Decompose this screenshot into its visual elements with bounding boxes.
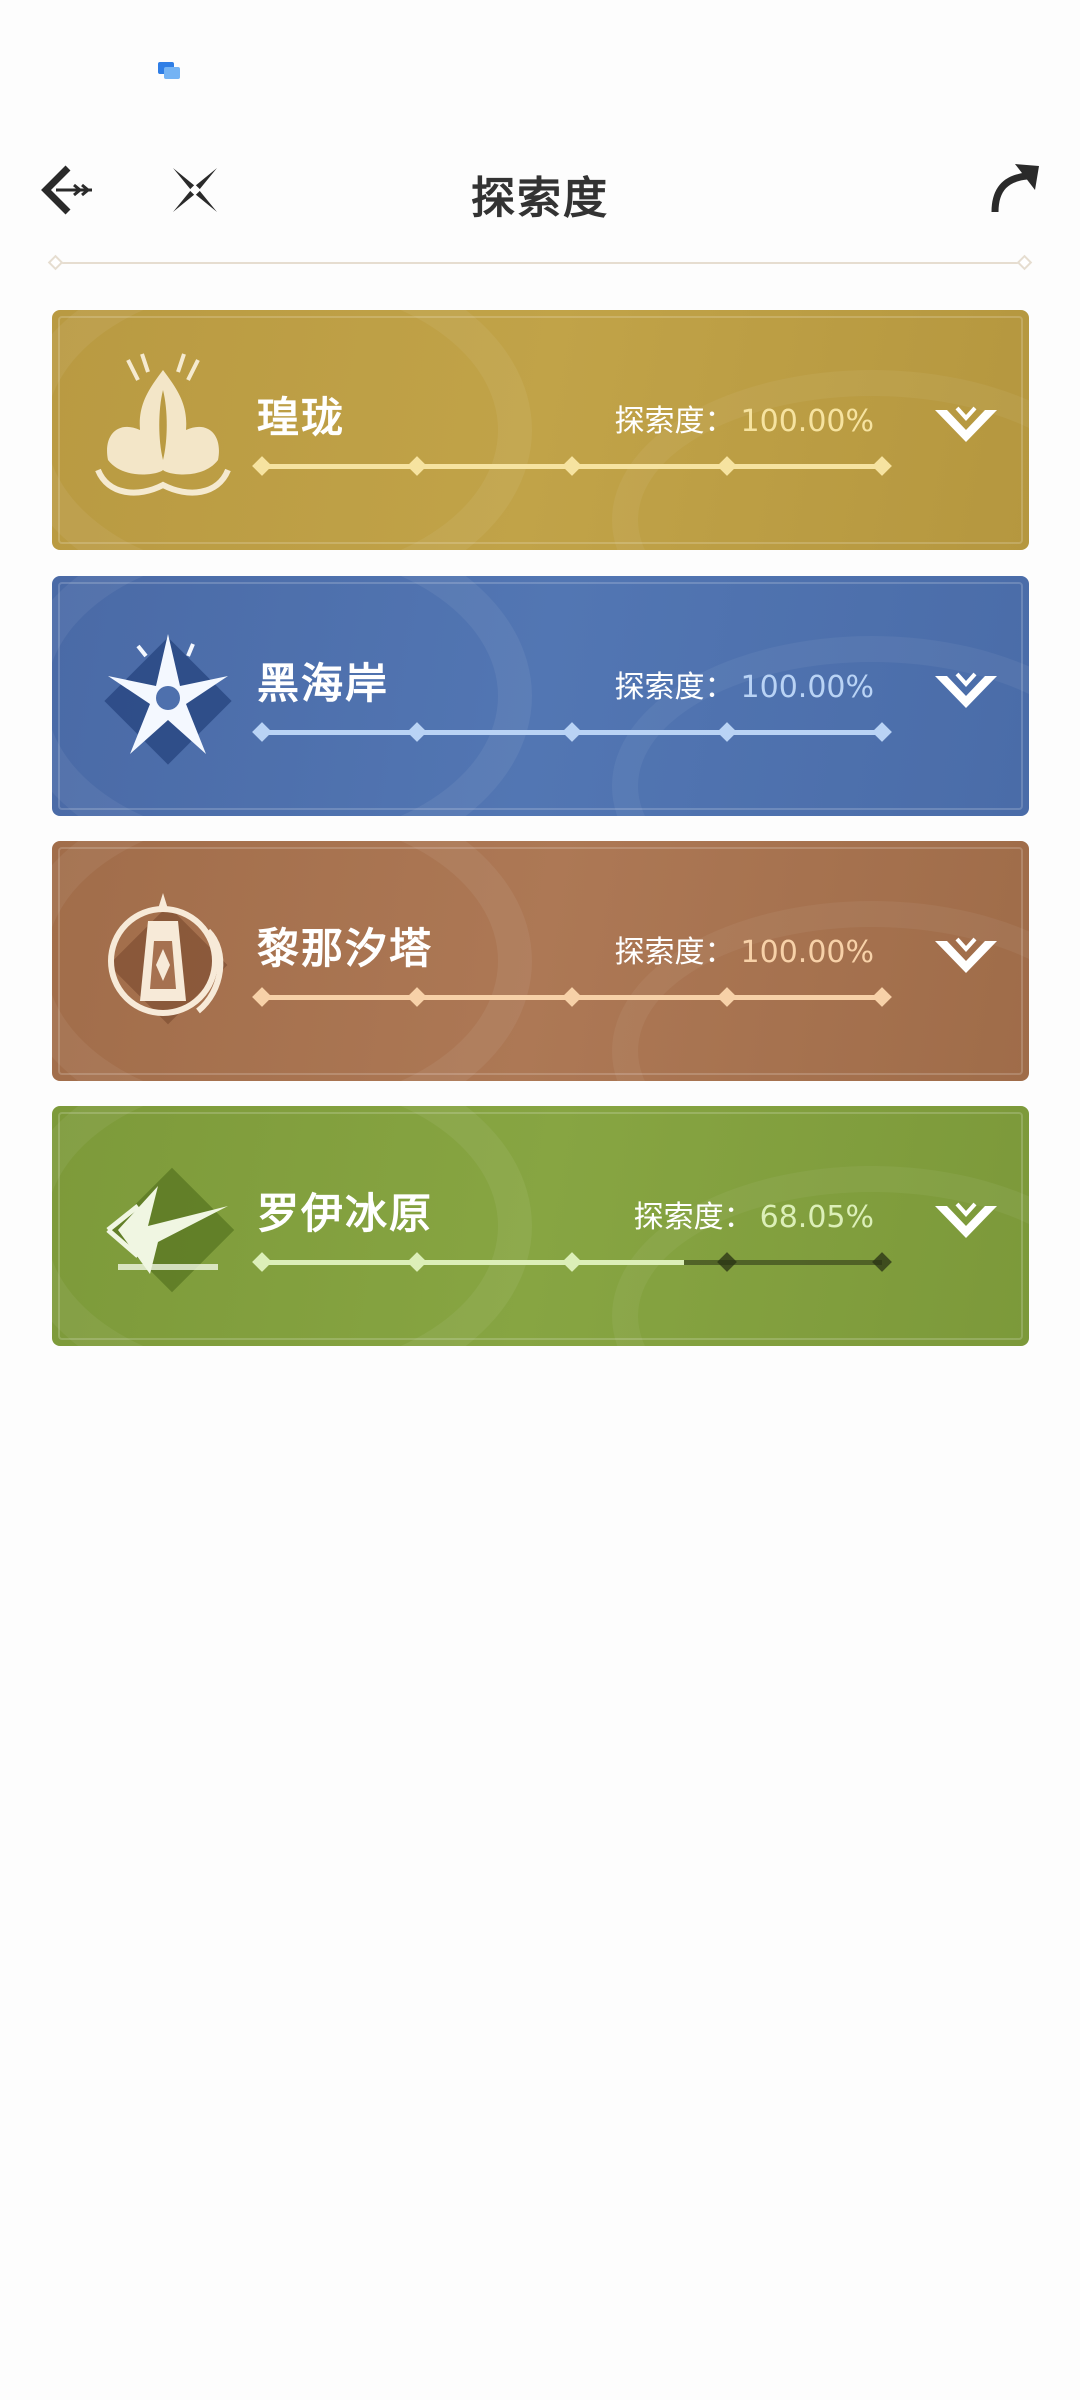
region-card[interactable]: 瑝珑 探索度： 100.00% [52,310,1029,550]
region-card[interactable]: 黎那汐塔 探索度： 100.00% [52,841,1029,1081]
ice-blade-emblem-icon [78,1146,248,1306]
progress-value: 100.00% [740,935,874,970]
chevron-down-icon[interactable] [931,668,1001,718]
progress-node [407,722,427,742]
progress-track [252,722,892,742]
chevron-down-icon[interactable] [931,1198,1001,1248]
page-title: 探索度 [471,173,609,224]
progress-track [252,1252,892,1272]
progress-label: 探索度： [614,670,735,705]
progress-node [717,1252,737,1272]
star-flower-emblem-icon [78,616,248,776]
region-name: 黑海岸 [257,659,390,708]
progress-node [562,1252,582,1272]
progress-node [407,1252,427,1272]
progress-node [562,456,582,476]
progress-label: 探索度： [633,1200,754,1235]
progress-value: 68.05% [759,1200,874,1235]
progress-node [407,987,427,1007]
progress-fill [262,1260,684,1265]
progress-node [717,722,737,742]
progress-value: 100.00% [740,670,874,705]
progress-text: 探索度： 100.00% [615,662,874,706]
region-name: 罗伊冰原 [257,1189,434,1238]
progress-node [407,456,427,476]
progress-node [562,722,582,742]
region-card[interactable]: 黑海岸 探索度： 100.00% [52,576,1029,816]
region-card[interactable]: 罗伊冰原 探索度： 68.05% [52,1106,1029,1346]
progress-label: 探索度： [614,404,735,439]
chevron-down-icon[interactable] [931,402,1001,452]
progress-text: 探索度： 100.00% [615,927,874,971]
top-bar: 探索度 [0,140,1080,240]
progress-track [252,987,892,1007]
header-divider [47,254,1033,271]
progress-text: 探索度： 100.00% [615,396,874,440]
region-name: 黎那汐塔 [257,924,434,973]
chevron-down-icon[interactable] [931,933,1001,983]
progress-text: 探索度： 68.05% [634,1192,874,1236]
dragon-emblem-icon [78,350,248,510]
progress-label: 探索度： [614,935,735,970]
region-name: 瑝珑 [257,393,346,442]
progress-track [252,456,892,476]
progress-value: 100.00% [740,404,874,439]
status-bar-notification-icon [158,60,184,80]
progress-node [562,987,582,1007]
lantern-emblem-icon [78,881,248,1041]
progress-node [717,456,737,476]
share-arrow-icon[interactable] [985,158,1045,218]
progress-node [717,987,737,1007]
